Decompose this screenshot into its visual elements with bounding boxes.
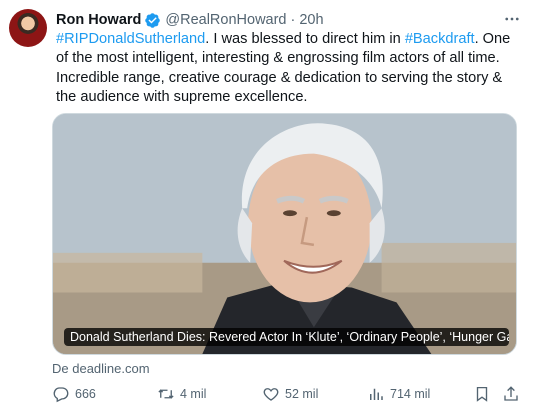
verified-badge-icon (144, 12, 161, 29)
retweet-count: 4 mil (180, 387, 207, 401)
card-image (53, 114, 516, 354)
views-count: 714 mil (390, 387, 431, 401)
share-button[interactable] (502, 385, 520, 403)
hashtag-link[interactable]: #RIPDonaldSutherland (56, 31, 205, 47)
retweet-button[interactable]: 4 mil (157, 385, 206, 403)
card-source[interactable]: De deadline.com (52, 361, 150, 376)
bookmark-icon (476, 386, 488, 402)
tweet-text-part: . I was blessed to direct him in (205, 31, 405, 47)
tweet-header: Ron Howard @RealRonHoward · 20h (56, 10, 324, 30)
author-handle[interactable]: @RealRonHoward (165, 12, 286, 28)
views-button[interactable]: 714 mil (367, 385, 430, 403)
timestamp[interactable]: 20h (299, 12, 323, 28)
bookmark-button[interactable] (473, 385, 491, 403)
tweet[interactable]: Ron Howard @RealRonHoward · 20h #RIPDona… (0, 0, 538, 407)
share-icon (504, 386, 518, 401)
retweet-icon (158, 389, 174, 399)
card-title[interactable]: Donald Sutherland Dies: Revered Actor In… (64, 328, 509, 346)
like-count: 52 mil (285, 387, 319, 401)
action-bar: 666 4 mil 52 mil 714 mil (52, 385, 522, 405)
link-card[interactable]: Donald Sutherland Dies: Revered Actor In… (52, 113, 517, 355)
separator: · (290, 12, 296, 28)
views-icon (370, 388, 383, 400)
avatar[interactable] (9, 9, 47, 47)
like-button[interactable]: 52 mil (262, 385, 318, 403)
reply-button[interactable]: 666 (52, 385, 96, 403)
more-icon[interactable] (502, 10, 522, 28)
author-name[interactable]: Ron Howard (56, 12, 141, 28)
tweet-text: #RIPDonaldSutherland. I was blessed to d… (56, 30, 526, 108)
reply-count: 666 (75, 387, 96, 401)
reply-icon (53, 387, 69, 403)
hashtag-link[interactable]: #Backdraft (405, 31, 475, 47)
like-icon (263, 388, 279, 401)
